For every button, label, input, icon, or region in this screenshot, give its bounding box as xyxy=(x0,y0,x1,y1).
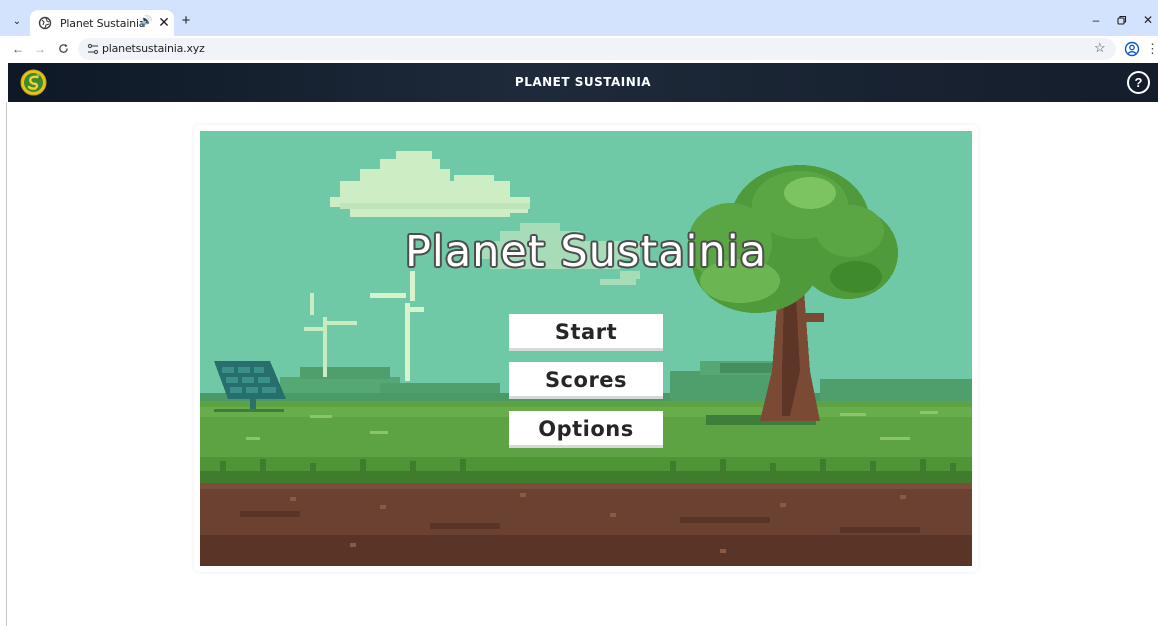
profile-icon[interactable] xyxy=(1124,41,1140,57)
back-arrow-icon[interactable]: ← xyxy=(8,39,28,59)
site-title: PLANET SUSTAINIA xyxy=(514,75,652,89)
globe-icon xyxy=(38,16,52,30)
new-tab-button[interactable]: + xyxy=(177,11,195,31)
url-text: planetsustainia.xyz xyxy=(102,42,205,55)
tab-search-chevron-icon[interactable]: ⌄ xyxy=(8,13,26,31)
options-button[interactable]: Options xyxy=(509,411,663,448)
browser-tab[interactable]: Planet Sustainia 🔊 ✕ xyxy=(30,10,174,36)
restore-icon[interactable] xyxy=(1112,10,1132,30)
game-canvas[interactable]: Planet Sustainia Start Scores Options xyxy=(200,131,972,566)
window-close-icon[interactable]: ✕ xyxy=(1138,10,1158,30)
browser-menu-icon[interactable]: ⋮ xyxy=(1146,39,1158,59)
address-bar[interactable]: planetsustainia.xyz ☆ xyxy=(78,38,1116,60)
forward-arrow-icon[interactable]: → xyxy=(30,39,50,59)
speaker-icon[interactable]: 🔊 xyxy=(140,16,152,27)
game-title: Planet Sustainia xyxy=(404,227,768,277)
help-button[interactable]: ? xyxy=(1127,71,1150,94)
start-button[interactable]: Start xyxy=(509,314,663,351)
browser-tab-strip: ⌄ Planet Sustainia 🔊 ✕ + – ✕ xyxy=(0,0,1158,36)
site-header: PLANET SUSTAINIA ? xyxy=(8,63,1158,102)
site-info-icon[interactable] xyxy=(86,41,100,57)
tab-close-icon[interactable]: ✕ xyxy=(156,13,172,31)
tab-title: Planet Sustainia xyxy=(60,17,146,30)
bookmark-star-icon[interactable]: ☆ xyxy=(1094,40,1106,56)
scores-button[interactable]: Scores xyxy=(509,362,663,399)
reload-icon[interactable] xyxy=(53,39,73,59)
minimize-icon[interactable]: – xyxy=(1086,10,1106,30)
page-left-border xyxy=(6,102,7,626)
browser-toolbar: ← → planetsustainia.xyz ☆ ⋮ xyxy=(0,36,1158,62)
